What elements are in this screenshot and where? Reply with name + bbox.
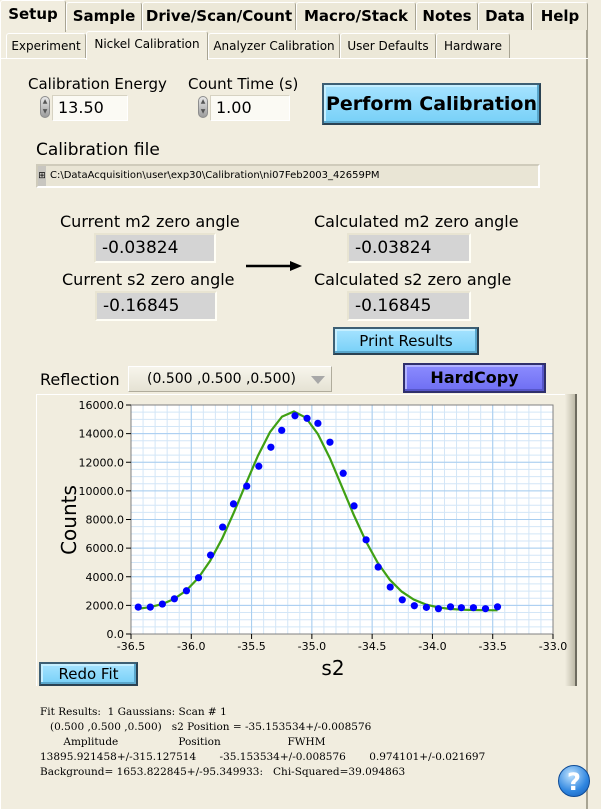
- data-point: [303, 414, 311, 422]
- data-point: [291, 412, 299, 420]
- data-point: [219, 523, 227, 531]
- x-tick-label: -35.5: [237, 640, 265, 653]
- tab-setup[interactable]: Setup: [0, 0, 66, 32]
- data-point: [182, 587, 191, 595]
- data-point: [493, 603, 502, 611]
- y-tick-label: 16000.0: [79, 399, 125, 412]
- data-point: [422, 603, 430, 611]
- fit-results-line: 13895.921458+/-315.127514 -35.153534+/-0…: [40, 751, 486, 763]
- data-point: [446, 603, 455, 611]
- y-axis: 0.02000.04000.06000.08000.010000.012000.…: [79, 399, 131, 641]
- data-point: [206, 551, 215, 559]
- fit-results-text: Fit Results: 1 Gaussians: Scan # 1 (0.50…: [40, 690, 485, 795]
- data-point: [134, 603, 142, 611]
- data-point: [457, 604, 465, 612]
- data-point: [229, 500, 238, 508]
- x-tick-label: -34.5: [358, 640, 386, 653]
- data-point: [434, 605, 443, 613]
- data-point: [362, 536, 370, 544]
- x-tick-label: -33.5: [478, 640, 506, 653]
- data-point: [314, 419, 322, 427]
- y-tick-label: 12000.0: [79, 456, 125, 469]
- x-tick-label: -36.5: [117, 640, 145, 653]
- y-tick-label: 2000.0: [86, 599, 125, 612]
- data-point: [170, 595, 179, 603]
- fit-results-line: Background= 1653.822845+/-95.349933: Chi…: [40, 766, 406, 778]
- x-tick-label: -34.0: [418, 640, 446, 653]
- fit-results-line: Fit Results: 1 Gaussians: Scan # 1: [40, 706, 227, 718]
- data-point: [255, 462, 263, 470]
- data-point: [410, 602, 418, 610]
- redo-fit-button[interactable]: Redo Fit: [39, 662, 138, 686]
- data-point: [398, 596, 406, 604]
- x-axis-label: s2: [321, 656, 344, 680]
- data-point: [469, 604, 478, 612]
- data-point: [339, 469, 347, 477]
- y-tick-label: 6000.0: [86, 542, 125, 555]
- x-axis: -36.5 -36.0 -35.5 -35.0 -34.5 -34.0 -33.5 -33.0: [117, 634, 567, 653]
- data-point: [326, 438, 334, 446]
- data-point: [194, 574, 203, 582]
- data-point: [158, 600, 166, 608]
- help-icon[interactable]: ?: [558, 765, 590, 797]
- data-point: [386, 583, 394, 591]
- data-point: [374, 563, 382, 571]
- data-point: [243, 482, 251, 490]
- y-tick-label: 4000.0: [86, 571, 125, 584]
- x-tick-label: -33.0: [539, 640, 567, 653]
- data-point: [267, 443, 275, 451]
- y-tick-label: 10000.0: [79, 485, 125, 498]
- y-axis-label: Counts: [57, 485, 81, 555]
- data-point: [278, 426, 286, 434]
- y-tick-label: 8000.0: [86, 514, 125, 527]
- fit-results-line: Amplitude Position FWHM: [40, 736, 326, 748]
- fit-results-line: (0.500 ,0.500 ,0.500) s2 Position = -35.…: [40, 721, 372, 733]
- y-tick-label: 14000.0: [79, 428, 125, 441]
- data-point: [350, 502, 358, 510]
- calibration-chart: 0.02000.04000.06000.08000.010000.012000.…: [57, 399, 567, 680]
- data-point: [481, 605, 490, 613]
- data-point: [146, 603, 154, 611]
- x-tick-label: -35.0: [298, 640, 326, 653]
- x-tick-label: -36.0: [177, 640, 205, 653]
- subtab-nickel-calibration[interactable]: Nickel Calibration: [86, 31, 208, 60]
